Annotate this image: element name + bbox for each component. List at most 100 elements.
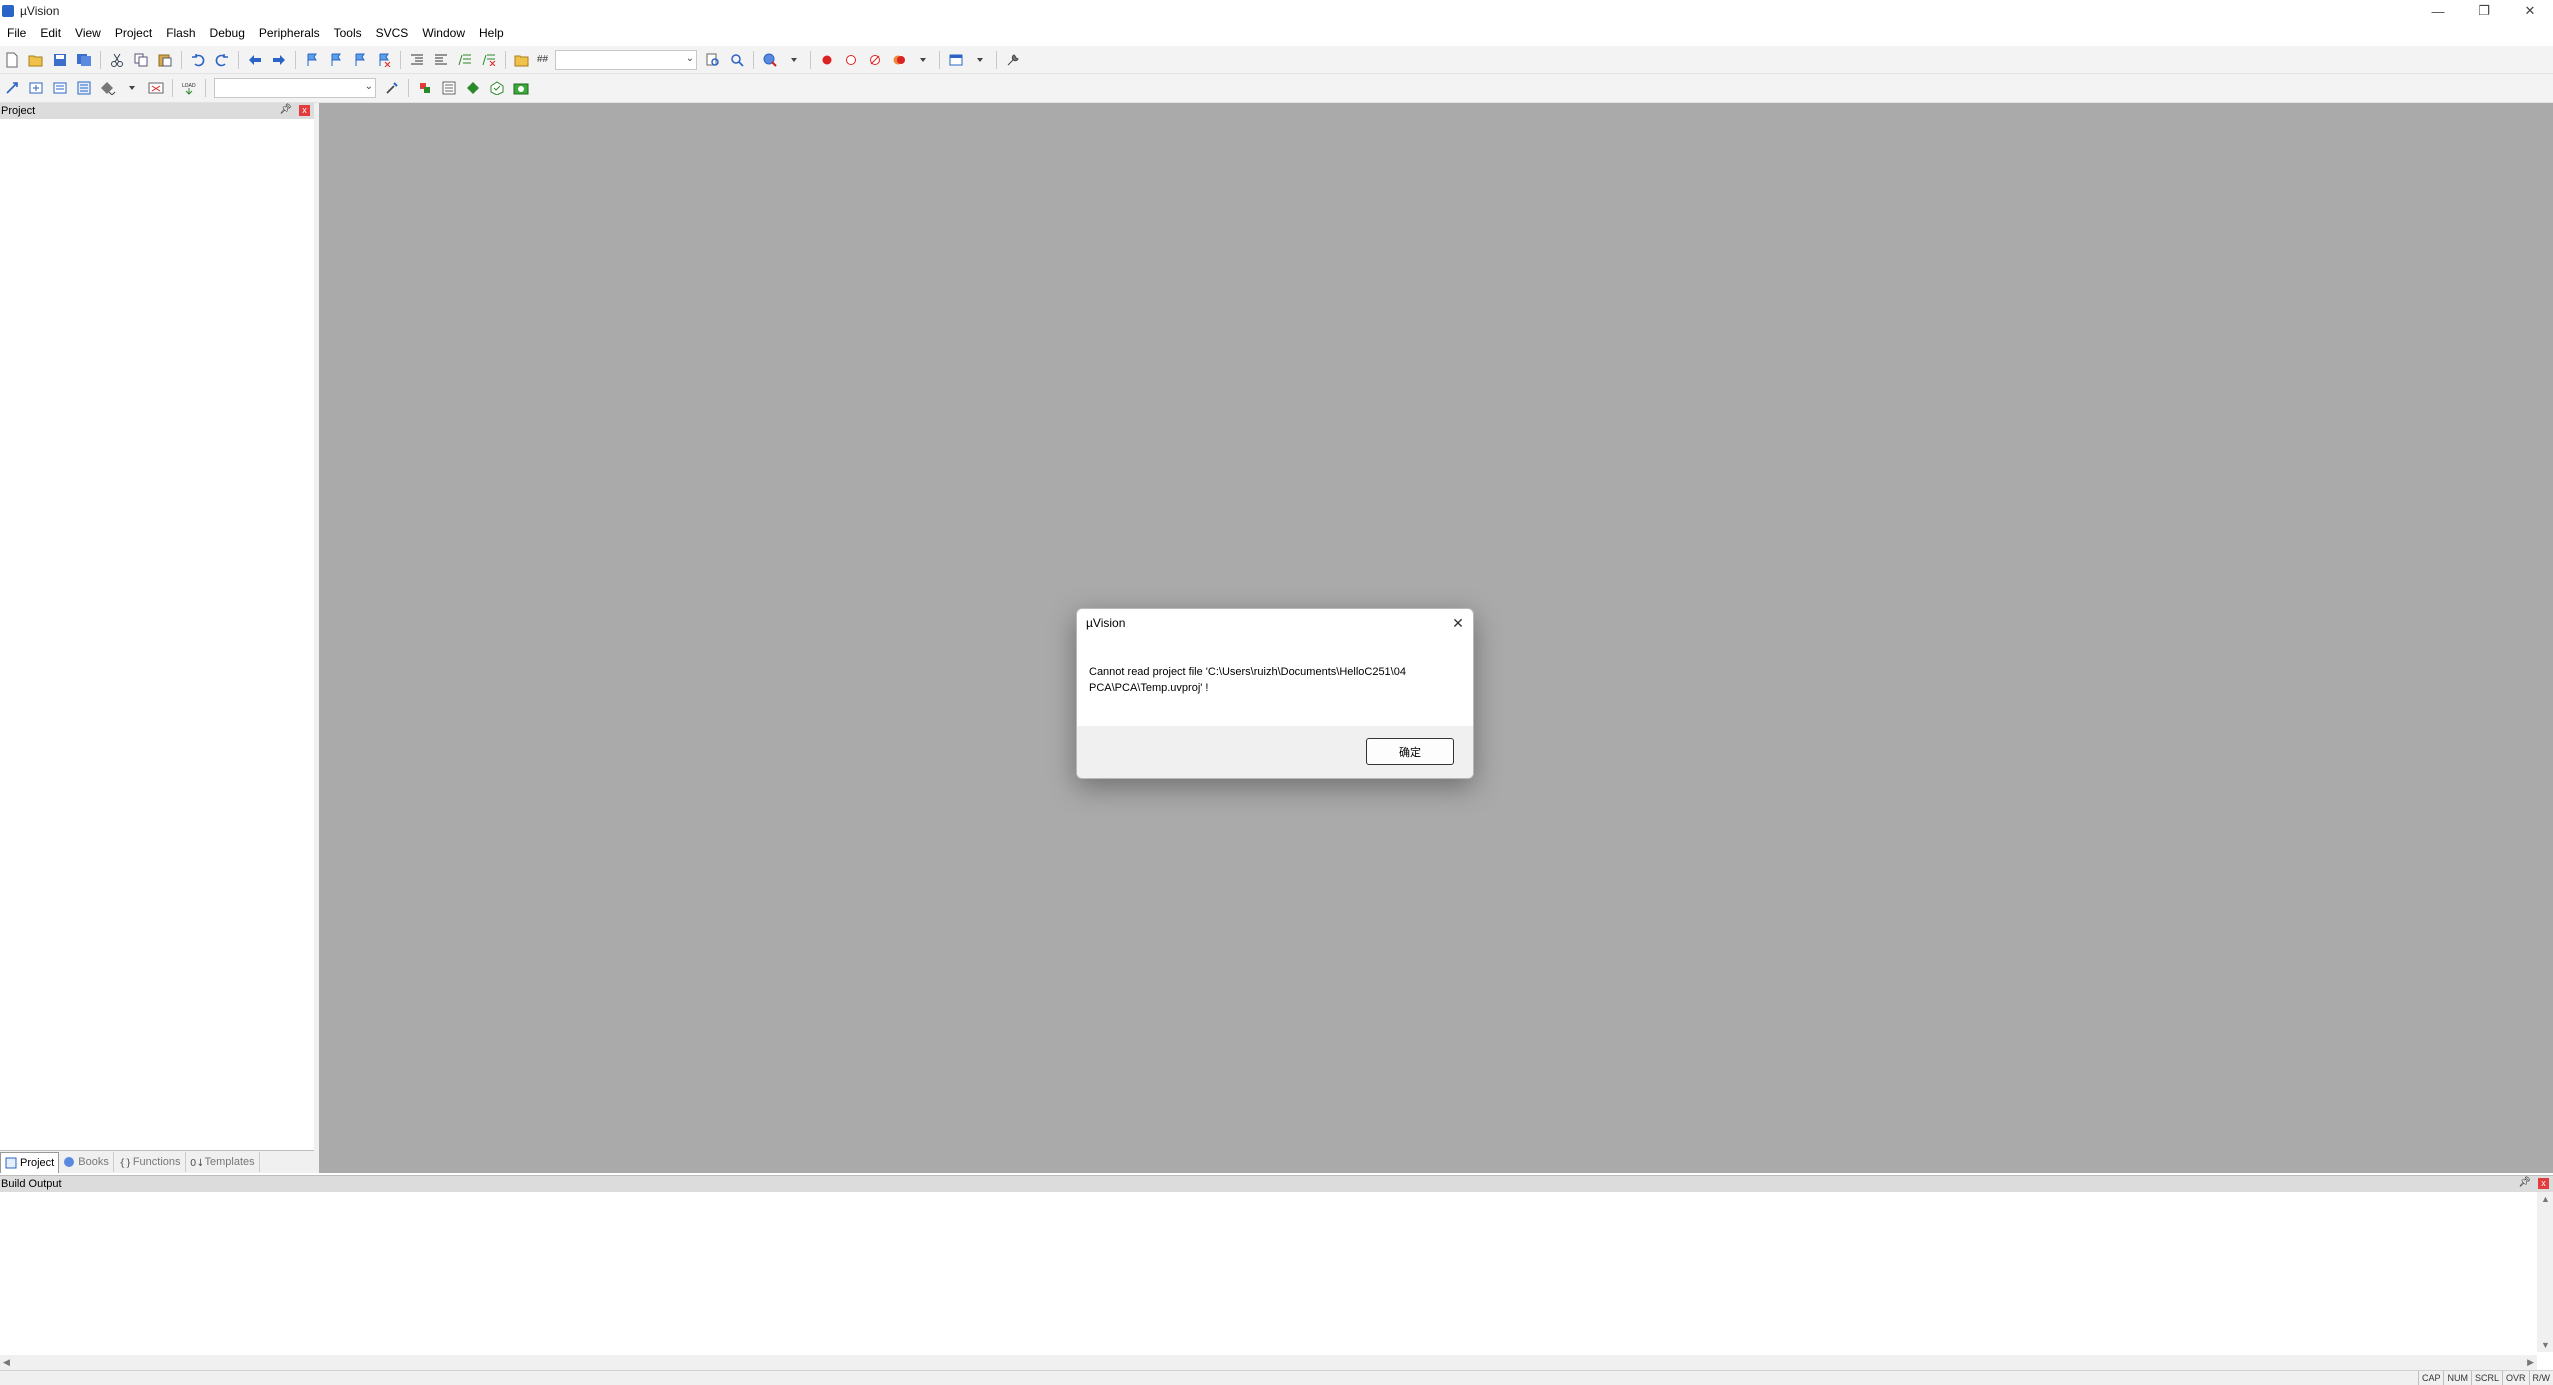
pack-installer-icon[interactable]	[487, 78, 507, 98]
window-layout-icon[interactable]	[946, 50, 966, 70]
configure-icon[interactable]	[1003, 50, 1023, 70]
status-indicators: CAP NUM SCRL OVR R/W	[2418, 1371, 2553, 1385]
toolbar-separator	[238, 51, 239, 69]
tab-functions[interactable]: {} Functions	[114, 1152, 186, 1172]
close-window-button[interactable]: ✕	[2507, 0, 2553, 22]
debug-session-icon[interactable]	[760, 50, 780, 70]
bookmark-icon[interactable]	[302, 50, 322, 70]
minimize-button[interactable]: —	[2415, 0, 2461, 22]
save-all-icon[interactable]	[74, 50, 94, 70]
manage-run-time-icon[interactable]	[511, 78, 531, 98]
project-panel: Project 📌︎ x Project Books {} Functions …	[0, 103, 315, 1173]
kill-breakpoints-icon[interactable]	[889, 50, 909, 70]
menu-help[interactable]: Help	[472, 22, 511, 44]
find-combo[interactable]: ⌄	[555, 50, 697, 70]
status-cap: CAP	[2418, 1371, 2444, 1385]
clear-bookmarks-icon[interactable]	[374, 50, 394, 70]
tab-templates[interactable]: 0↓ Templates	[186, 1152, 260, 1172]
build-toolbar: LOAD ⌄	[0, 74, 2553, 103]
title-bar: µVision — ❐ ✕	[0, 0, 2553, 22]
unindent-icon[interactable]	[431, 50, 451, 70]
close-panel-icon[interactable]: x	[299, 105, 310, 116]
manage-project-items-icon[interactable]	[439, 78, 459, 98]
menu-debug[interactable]: Debug	[203, 22, 252, 44]
menu-svcs[interactable]: SVCS	[369, 22, 416, 44]
find-icon[interactable]	[703, 50, 723, 70]
load-icon[interactable]: LOAD	[179, 78, 199, 98]
status-bar: CAP NUM SCRL OVR R/W	[0, 1370, 2553, 1385]
toolbar-separator	[172, 79, 173, 97]
open-file-icon[interactable]	[26, 50, 46, 70]
enable-breakpoint-icon[interactable]	[841, 50, 861, 70]
find-in-files-icon[interactable]	[512, 50, 532, 70]
download-icon[interactable]	[146, 78, 166, 98]
save-icon[interactable]	[50, 50, 70, 70]
menu-project[interactable]: Project	[108, 22, 159, 44]
menu-file[interactable]: File	[0, 22, 33, 44]
dropdown-arrow-icon[interactable]	[784, 50, 804, 70]
toolbar-separator	[505, 51, 506, 69]
redo-icon[interactable]	[212, 50, 232, 70]
disable-breakpoints-icon[interactable]	[865, 50, 885, 70]
select-packs-icon[interactable]	[463, 78, 483, 98]
dropdown-arrow-icon[interactable]	[122, 78, 142, 98]
prev-bookmark-icon[interactable]	[326, 50, 346, 70]
project-icon	[5, 1157, 17, 1169]
menu-peripherals[interactable]: Peripherals	[252, 22, 327, 44]
horizontal-scrollbar[interactable]: ◀ ▶	[0, 1355, 2537, 1371]
next-bookmark-icon[interactable]	[350, 50, 370, 70]
uncomment-icon[interactable]	[479, 50, 499, 70]
toolbar-separator	[100, 51, 101, 69]
scroll-right-icon[interactable]: ▶	[2527, 1357, 2534, 1368]
comment-icon[interactable]	[455, 50, 475, 70]
scroll-up-icon[interactable]: ▲	[2541, 1194, 2550, 1204]
tab-label: Functions	[133, 1156, 181, 1168]
dialog-footer: 确定	[1077, 726, 1473, 778]
dropdown-arrow-icon[interactable]	[970, 50, 990, 70]
dropdown-arrow-icon[interactable]	[913, 50, 933, 70]
file-extensions-icon[interactable]	[415, 78, 435, 98]
chevron-down-icon: ⌄	[365, 81, 373, 92]
scroll-down-icon[interactable]: ▼	[2541, 1340, 2550, 1350]
close-panel-icon[interactable]: x	[2538, 1178, 2549, 1189]
menu-edit[interactable]: Edit	[33, 22, 68, 44]
dialog-close-button[interactable]: ✕	[1449, 614, 1467, 632]
indent-icon[interactable]	[407, 50, 427, 70]
restore-button[interactable]: ❐	[2461, 0, 2507, 22]
build-icon[interactable]	[26, 78, 46, 98]
batch-build-icon[interactable]	[74, 78, 94, 98]
uvision-app-icon	[2, 5, 14, 17]
incremental-find-icon[interactable]	[727, 50, 747, 70]
menu-flash[interactable]: Flash	[159, 22, 202, 44]
pin-icon[interactable]: 📌︎	[2518, 1177, 2531, 1188]
translate-icon[interactable]	[2, 78, 22, 98]
tab-label: Templates	[205, 1156, 255, 1168]
stop-build-icon[interactable]	[98, 78, 118, 98]
navigate-back-icon[interactable]	[245, 50, 265, 70]
ok-button[interactable]: 确定	[1366, 738, 1454, 765]
copy-icon[interactable]	[131, 50, 151, 70]
tab-books[interactable]: Books	[59, 1152, 114, 1172]
rebuild-icon[interactable]	[50, 78, 70, 98]
project-panel-title: Project	[1, 105, 35, 117]
scroll-left-icon[interactable]: ◀	[3, 1357, 10, 1368]
cut-icon[interactable]	[107, 50, 127, 70]
toolbar-separator	[939, 51, 940, 69]
target-select[interactable]: ⌄	[214, 78, 376, 98]
undo-icon[interactable]	[188, 50, 208, 70]
new-file-icon[interactable]	[2, 50, 22, 70]
insert-breakpoint-icon[interactable]	[817, 50, 837, 70]
project-panel-tabs: Project Books {} Functions 0↓ Templates	[0, 1150, 314, 1173]
tab-project[interactable]: Project	[0, 1152, 59, 1173]
pin-icon[interactable]: 📌︎	[279, 104, 292, 115]
menu-window[interactable]: Window	[415, 22, 472, 44]
paste-icon[interactable]	[155, 50, 175, 70]
svg-text:0↓: 0↓	[190, 1158, 202, 1168]
books-icon	[63, 1156, 75, 1168]
target-options-icon[interactable]	[382, 78, 402, 98]
navigate-forward-icon[interactable]	[269, 50, 289, 70]
error-dialog: µVision ✕ Cannot read project file 'C:\U…	[1076, 608, 1474, 779]
vertical-scrollbar[interactable]: ▲ ▼	[2537, 1192, 2553, 1352]
menu-tools[interactable]: Tools	[327, 22, 369, 44]
menu-view[interactable]: View	[68, 22, 108, 44]
